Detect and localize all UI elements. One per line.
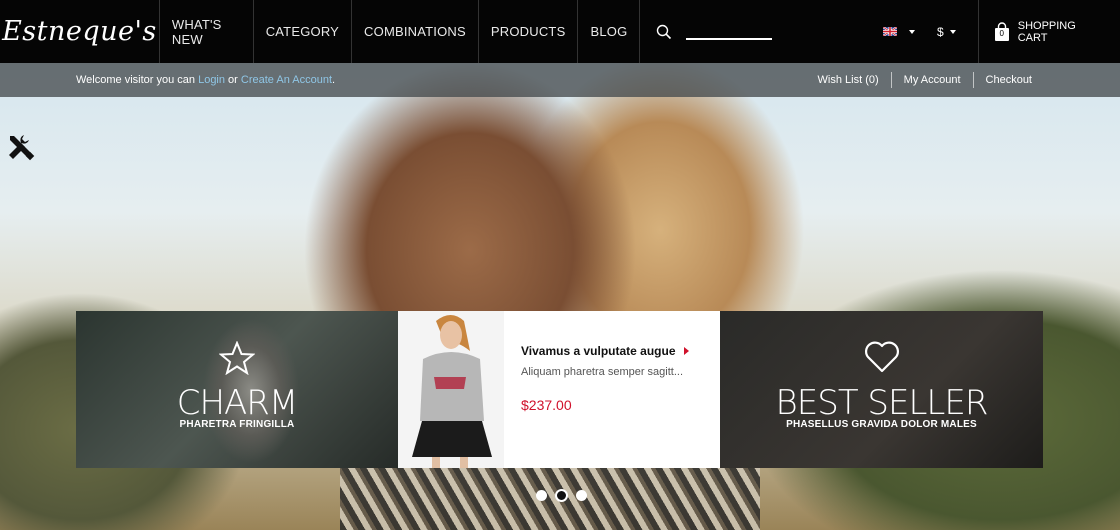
star-icon <box>219 341 255 375</box>
account-links: Wish List (0) My Account Checkout <box>806 72 1044 88</box>
best-seller-subtitle: PHASELLUS GRAVIDA DOLOR MALES <box>786 419 977 430</box>
product-photo <box>398 311 504 468</box>
welcome-text: Welcome visitor you can <box>76 74 199 86</box>
wish-list-link[interactable]: Wish List (0) <box>806 72 891 88</box>
slider-dot-2[interactable] <box>555 489 568 502</box>
nav-item-combinations[interactable]: COMBINATIONS <box>352 0 479 63</box>
my-account-link[interactable]: My Account <box>890 72 973 88</box>
nav-item-products[interactable]: PRODUCTS <box>479 0 579 63</box>
chevron-down-icon <box>949 29 956 34</box>
nav-item-whats-new[interactable]: WHAT'S NEW <box>160 0 254 63</box>
language-selector[interactable] <box>883 27 916 36</box>
slider-dot-3[interactable] <box>576 490 587 501</box>
charm-title: CHARM <box>176 383 299 423</box>
search-icon[interactable] <box>656 24 672 40</box>
charm-banner[interactable]: CHARM PHARETRA FRINGILLA <box>76 311 398 468</box>
login-link[interactable]: Login <box>198 74 225 86</box>
slider-pagination <box>536 489 595 502</box>
checkout-link[interactable]: Checkout <box>972 72 1044 88</box>
site-logo[interactable]: Estneque's <box>0 0 160 63</box>
welcome-bar: Welcome visitor you can Login or Create … <box>0 63 1120 97</box>
search-box <box>640 0 883 63</box>
top-navigation-bar: Estneque's WHAT'S NEW CATEGORY COMBINATI… <box>0 0 1120 63</box>
chevron-right-icon <box>683 347 689 355</box>
shopping-cart-button[interactable]: 0 SHOPPING CART <box>977 0 1120 63</box>
product-banner[interactable]: Vivamus a vulputate augue Aliquam pharet… <box>398 311 720 468</box>
search-input[interactable] <box>686 29 773 40</box>
best-seller-banner[interactable]: BEST SELLER PHASELLUS GRAVIDA DOLOR MALE… <box>720 311 1043 468</box>
chevron-down-icon <box>909 29 916 34</box>
product-info: Vivamus a vulputate augue Aliquam pharet… <box>504 311 689 468</box>
shopping-bag-icon: 0 <box>994 21 1010 42</box>
currency-selector[interactable]: $ <box>937 25 956 39</box>
cart-label: SHOPPING CART <box>1017 19 1076 44</box>
welcome-or-text: or <box>225 74 241 86</box>
create-account-link[interactable]: Create An Account <box>241 74 332 86</box>
welcome-message: Welcome visitor you can Login or Create … <box>76 74 335 86</box>
uk-flag-icon <box>883 27 898 36</box>
nav-item-category[interactable]: CATEGORY <box>254 0 353 63</box>
product-name: Vivamus a vulputate augue <box>521 344 676 358</box>
product-image[interactable] <box>398 311 504 468</box>
welcome-suffix: . <box>332 74 336 86</box>
tools-icon[interactable] <box>5 131 37 163</box>
cart-count: 0 <box>999 28 1004 38</box>
product-price: $237.00 <box>521 397 572 413</box>
header-selectors: $ <box>883 0 978 63</box>
product-name-link[interactable]: Vivamus a vulputate augue <box>521 344 689 358</box>
slider-dot-1[interactable] <box>536 490 547 501</box>
best-seller-title: BEST SELLER <box>775 383 989 423</box>
currency-label: $ <box>937 24 944 39</box>
promo-banners: CHARM PHARETRA FRINGILLA Vivamus a vulpu… <box>76 311 1043 468</box>
nav-item-blog[interactable]: BLOG <box>578 0 641 63</box>
heart-icon <box>864 341 899 373</box>
main-nav: WHAT'S NEW CATEGORY COMBINATIONS PRODUCT… <box>160 0 641 63</box>
charm-subtitle: PHARETRA FRINGILLA <box>179 419 295 430</box>
product-description: Aliquam pharetra semper sagitt... <box>521 366 684 378</box>
